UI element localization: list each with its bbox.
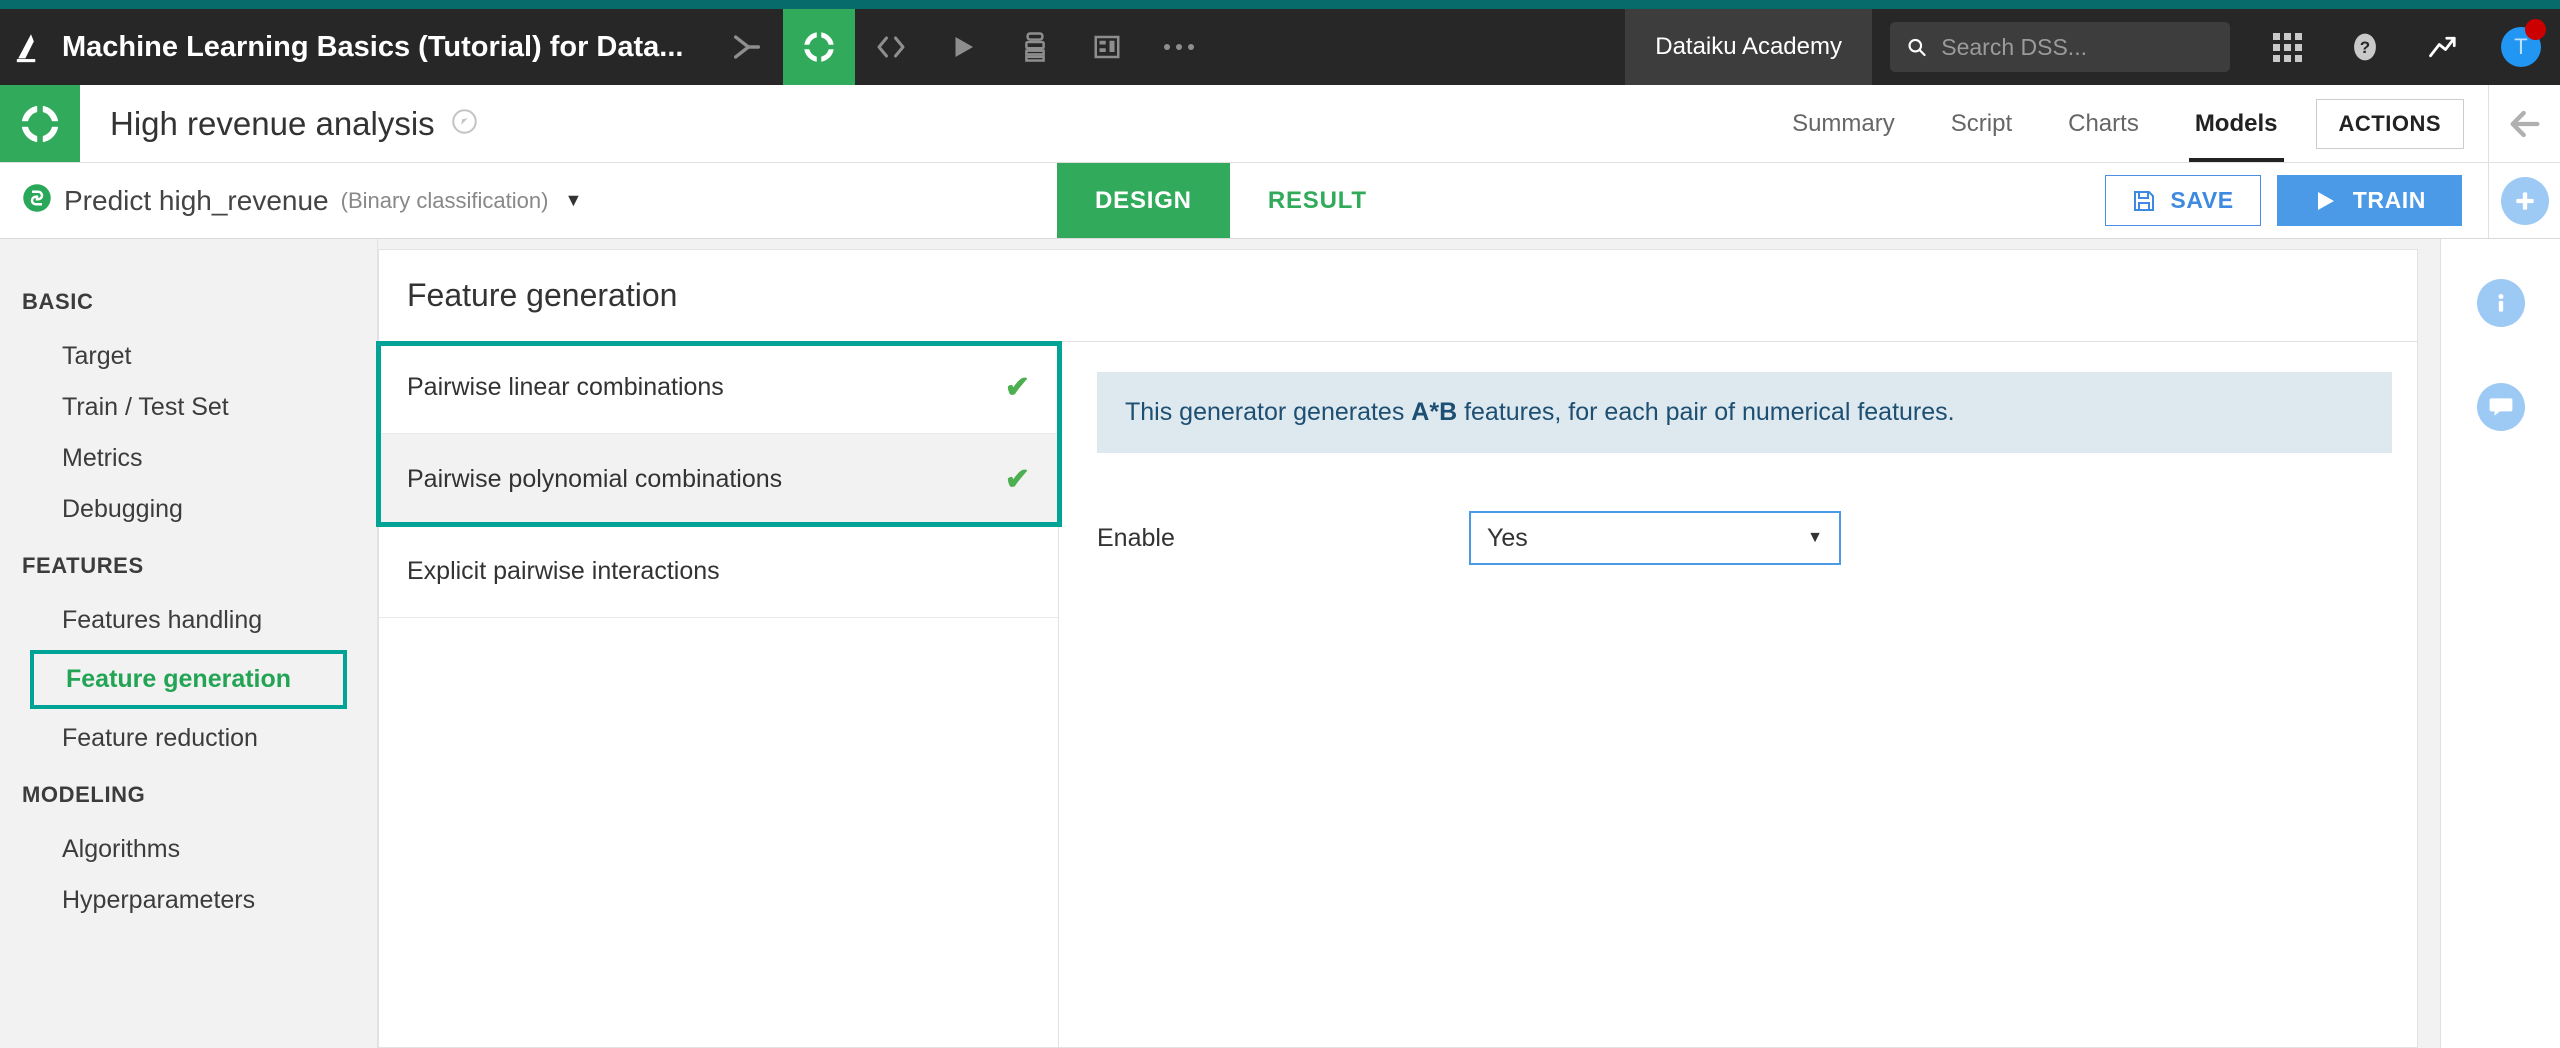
list-item[interactable]: Explicit pairwise interactions xyxy=(379,526,1058,618)
dashboard-icon[interactable] xyxy=(1071,9,1143,85)
project-header: High revenue analysis Summary Script Cha… xyxy=(0,85,2560,163)
compass-icon[interactable] xyxy=(451,108,478,140)
top-navigation-bar: Machine Learning Basics (Tutorial) for D… xyxy=(0,9,2560,85)
search-box[interactable] xyxy=(1890,22,2230,72)
panel-title: Feature generation xyxy=(379,250,2417,342)
svg-text:?: ? xyxy=(2360,38,2370,57)
chevron-down-icon[interactable]: ▼ xyxy=(564,190,582,211)
sidebar-item-metrics[interactable]: Metrics xyxy=(0,433,377,484)
enable-field-row: Enable Yes ▼ xyxy=(1097,511,2417,565)
save-button[interactable]: SAVE xyxy=(2105,175,2261,226)
generator-detail: This generator generates A*B features, f… xyxy=(1059,342,2417,1047)
main-content: Feature generation Pairwise linear combi… xyxy=(376,239,2440,1048)
jobs-icon[interactable] xyxy=(999,9,1071,85)
info-banner-prefix: This generator generates xyxy=(1125,398,1412,426)
sidebar-item-target[interactable]: Target xyxy=(0,331,377,382)
generator-label: Pairwise linear combinations xyxy=(407,373,724,401)
floppy-disk-icon xyxy=(2134,190,2155,211)
tab-summary[interactable]: Summary xyxy=(1764,85,1923,162)
info-banner-bold: A*B xyxy=(1411,398,1458,426)
tab-design[interactable]: DESIGN xyxy=(1057,163,1230,238)
model-name: Predict high_revenue xyxy=(64,184,329,216)
add-icon xyxy=(2500,176,2549,225)
search-icon xyxy=(1908,38,1926,57)
avatar[interactable]: T xyxy=(2482,9,2560,85)
code-icon[interactable] xyxy=(855,9,927,85)
save-label: SAVE xyxy=(2170,187,2234,213)
top-teal-strip xyxy=(0,0,2560,9)
enable-select[interactable]: Yes ▼ xyxy=(1469,511,1841,565)
help-icon[interactable]: ? xyxy=(2326,9,2404,85)
prediction-icon xyxy=(22,183,52,218)
actions-area: ACTIONS xyxy=(2306,85,2489,162)
dataiku-bird-icon[interactable] xyxy=(0,9,62,85)
collapse-panel-button[interactable] xyxy=(2488,85,2560,162)
model-identity[interactable]: Predict high_revenue (Binary classificat… xyxy=(0,163,1057,238)
enable-selected-value: Yes xyxy=(1487,523,1528,552)
list-item[interactable]: Pairwise linear combinations ✔ xyxy=(379,342,1058,434)
actions-button[interactable]: ACTIONS xyxy=(2315,98,2464,149)
more-icon[interactable] xyxy=(1143,9,1215,85)
info-icon[interactable] xyxy=(2476,279,2525,327)
sidebar-item-hyperparameters[interactable]: Hyperparameters xyxy=(0,875,377,926)
train-label: TRAIN xyxy=(2352,187,2426,213)
search-input[interactable] xyxy=(1941,33,2214,61)
model-type: (Binary classification) xyxy=(340,187,549,213)
enable-label: Enable xyxy=(1097,523,1175,552)
tab-charts[interactable]: Charts xyxy=(2040,85,2167,162)
info-banner: This generator generates A*B features, f… xyxy=(1097,372,2392,453)
sidebar-item-feature-generation[interactable]: Feature generation xyxy=(30,650,347,709)
run-icon[interactable] xyxy=(927,9,999,85)
play-icon xyxy=(2317,191,2334,210)
chevron-down-icon: ▼ xyxy=(1807,529,1823,546)
apps-grid-icon[interactable] xyxy=(2248,9,2326,85)
generator-list: Pairwise linear combinations ✔ Pairwise … xyxy=(376,341,1062,1047)
check-icon: ✔ xyxy=(1004,463,1030,496)
sidebar-group-features: FEATURES xyxy=(22,553,144,578)
tab-script[interactable]: Script xyxy=(1923,85,2040,162)
right-rail xyxy=(2440,239,2560,1048)
sidebar-item-algorithms[interactable]: Algorithms xyxy=(0,824,377,875)
model-bar-spacer xyxy=(1405,163,2106,238)
tab-models[interactable]: Models xyxy=(2167,85,2306,162)
model-bar: Predict high_revenue (Binary classificat… xyxy=(0,163,2560,239)
page-title-text: High revenue analysis xyxy=(110,104,435,142)
add-button-rail[interactable] xyxy=(2488,163,2560,238)
sidebar-group-basic: BASIC xyxy=(22,289,94,314)
feature-generation-panel: Feature generation Pairwise linear combi… xyxy=(376,249,2418,1048)
project-header-spacer xyxy=(478,85,1764,162)
sidebar-item-debugging[interactable]: Debugging xyxy=(0,484,377,535)
tab-result[interactable]: RESULT xyxy=(1230,163,1405,238)
dataiku-icon[interactable] xyxy=(783,9,856,85)
sidebar-group-modeling: MODELING xyxy=(22,782,146,807)
notification-badge xyxy=(2525,19,2546,40)
project-title-topbar[interactable]: Machine Learning Basics (Tutorial) for D… xyxy=(62,9,711,85)
discussion-icon[interactable] xyxy=(2476,383,2525,431)
arrow-left-icon xyxy=(2510,110,2539,137)
flow-icon[interactable] xyxy=(711,9,783,85)
academy-link[interactable]: Dataiku Academy xyxy=(1625,9,1872,85)
project-tabs: Summary Script Charts Models xyxy=(1764,85,2305,162)
page-title: High revenue analysis xyxy=(80,85,478,162)
list-item[interactable]: Pairwise polynomial combinations ✔ xyxy=(379,434,1058,526)
sidebar-item-train-test-set[interactable]: Train / Test Set xyxy=(0,382,377,433)
sidebar-item-feature-reduction[interactable]: Feature reduction xyxy=(0,713,377,764)
model-tabs: DESIGN RESULT xyxy=(1057,163,1405,238)
check-icon: ✔ xyxy=(1004,371,1030,404)
body-row: BASIC Target Train / Test Set Metrics De… xyxy=(0,239,2560,1048)
generator-label: Pairwise polynomial combinations xyxy=(407,465,783,493)
design-sidebar: BASIC Target Train / Test Set Metrics De… xyxy=(0,239,378,1048)
panel-body: Pairwise linear combinations ✔ Pairwise … xyxy=(376,341,2417,1047)
train-button[interactable]: TRAIN xyxy=(2276,175,2462,226)
model-bar-actions: SAVE TRAIN xyxy=(2105,163,2488,238)
info-banner-suffix: features, for each pair of numerical fea… xyxy=(1457,398,1955,426)
trending-up-icon[interactable] xyxy=(2404,9,2482,85)
sidebar-item-features-handling[interactable]: Features handling xyxy=(0,595,377,646)
generator-label: Explicit pairwise interactions xyxy=(407,557,720,585)
project-logo-icon[interactable] xyxy=(0,85,80,162)
